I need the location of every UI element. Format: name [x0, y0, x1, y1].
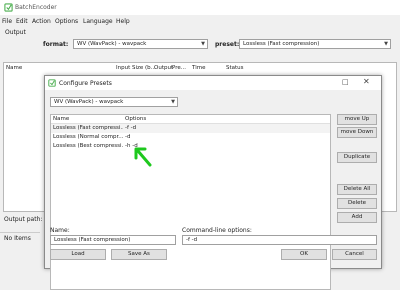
title-bar: BatchEncoder: [0, 0, 400, 15]
add-button[interactable]: Add: [337, 212, 377, 223]
app-icon: [48, 79, 56, 87]
dialog-format-select-value: WV (WavPack) - wavpack: [54, 99, 124, 105]
ok-button[interactable]: OK: [281, 249, 327, 260]
table-row[interactable]: Lossless (Best compressi... -h -d: [51, 142, 330, 151]
configure-presets-dialog: Configure Presets □ ✕ WV (WavPack) - wav…: [44, 75, 382, 290]
chevron-down-icon: ▼: [171, 99, 175, 105]
load-button[interactable]: Load: [50, 249, 106, 260]
app-icon: [4, 3, 13, 12]
menu-edit[interactable]: Edit: [16, 18, 28, 25]
duplicate-button[interactable]: Duplicate: [337, 152, 377, 163]
move-down-button[interactable]: move Down: [337, 127, 377, 138]
output-path-label: Output path:: [4, 216, 43, 223]
column-name[interactable]: Name: [6, 65, 22, 71]
cancel-button[interactable]: Cancel: [332, 249, 377, 260]
menu-file[interactable]: File: [2, 18, 12, 25]
column-preset[interactable]: Pre...: [172, 65, 186, 71]
format-select-value: WV (WavPack) - wavpack: [77, 41, 147, 47]
column-status[interactable]: Status: [226, 65, 244, 71]
annotation-arrow-icon: [134, 147, 152, 167]
header-options[interactable]: Options: [125, 116, 146, 122]
status-bar: No Items: [0, 232, 40, 244]
items-count: No Items: [4, 235, 31, 242]
column-output[interactable]: Output: [154, 65, 173, 71]
menu-help[interactable]: Help: [116, 18, 130, 25]
name-label: Name:: [50, 227, 70, 234]
format-label: format:: [43, 41, 69, 48]
dialog-title-bar: Configure Presets □ ✕: [45, 76, 381, 90]
dialog-title: Configure Presets: [59, 80, 112, 87]
row-options: -f -d: [125, 125, 137, 131]
output-group-label: Output: [5, 29, 26, 36]
menu-bar: File Edit Action Options Language Help: [0, 16, 400, 28]
move-up-button[interactable]: move Up: [337, 114, 377, 125]
window-title: BatchEncoder: [15, 4, 57, 11]
command-line-field[interactable]: -f -d: [182, 235, 377, 245]
preset-select[interactable]: Lossless (Fast compression) ▼: [239, 39, 391, 49]
preset-label: preset:: [215, 41, 240, 48]
output-group: Output format: WV (WavPack) - wavpack ▼ …: [3, 29, 397, 56]
chevron-down-icon: ▼: [201, 41, 205, 47]
header-name[interactable]: Name: [53, 116, 69, 122]
command-line-label: Command-line options:: [182, 227, 252, 234]
menu-action[interactable]: Action: [32, 18, 51, 25]
save-as-button[interactable]: Save As: [111, 249, 167, 260]
table-row[interactable]: Lossless (Fast compressi... -f -d: [51, 124, 330, 133]
delete-all-button[interactable]: Delete All: [337, 184, 377, 195]
row-options: -d: [125, 134, 131, 140]
column-time[interactable]: Time: [192, 65, 205, 71]
row-name: Lossless (Normal compr...: [53, 134, 123, 140]
menu-language[interactable]: Language: [83, 18, 113, 25]
presets-table-header: Name Options: [51, 115, 330, 124]
close-icon[interactable]: ✕: [363, 77, 370, 86]
presets-table[interactable]: Name Options Lossless (Fast compressi...…: [50, 114, 331, 290]
row-name: Lossless (Fast compressi...: [53, 125, 123, 131]
maximize-icon[interactable]: □: [342, 78, 349, 86]
delete-button[interactable]: Delete: [337, 198, 377, 209]
name-field[interactable]: Lossless (Fast compression): [50, 235, 176, 245]
column-size[interactable]: Size (b...: [132, 65, 156, 71]
preset-select-value: Lossless (Fast compression): [243, 41, 320, 47]
row-name: Lossless (Best compressi...: [53, 143, 123, 149]
chevron-down-icon: ▼: [384, 41, 388, 47]
table-row[interactable]: Lossless (Normal compr... -d: [51, 133, 330, 142]
format-select[interactable]: WV (WavPack) - wavpack ▼: [73, 39, 208, 49]
column-input[interactable]: Input: [116, 65, 130, 71]
menu-options[interactable]: Options: [55, 18, 78, 25]
dialog-format-select[interactable]: WV (WavPack) - wavpack ▼: [50, 97, 178, 107]
